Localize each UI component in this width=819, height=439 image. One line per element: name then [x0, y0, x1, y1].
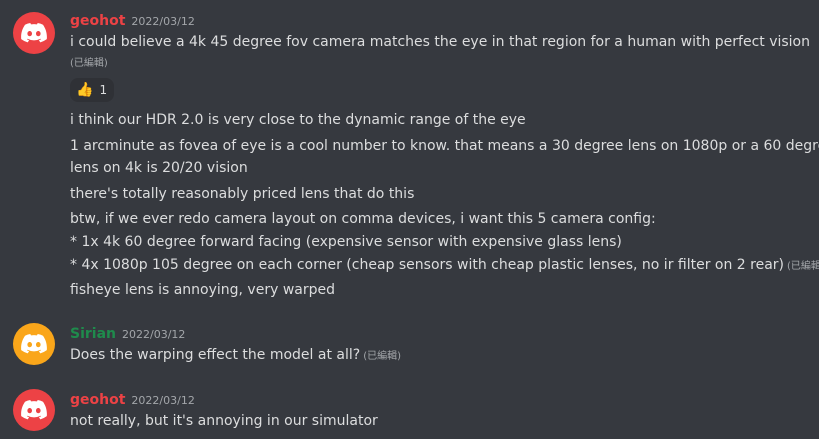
avatar[interactable] — [13, 12, 55, 54]
message-header: Sirian 2022/03/12 — [70, 325, 185, 343]
timestamp: 2022/03/12 — [131, 15, 195, 28]
discord-logo-icon — [21, 23, 47, 43]
message-text: fisheye lens is annoying, very warped — [70, 282, 335, 298]
avatar[interactable] — [13, 389, 55, 431]
message-text: i could believe a 4k 45 degree fov camer… — [70, 34, 810, 50]
message-text: * 4x 1080p 105 degree on each corner (ch… — [70, 257, 785, 273]
discord-logo-icon — [21, 334, 47, 354]
username[interactable]: geohot — [70, 13, 125, 29]
reaction-thumbs-up[interactable]: 👍 1 — [70, 78, 114, 102]
message-header: geohot 2022/03/12 — [70, 12, 195, 30]
username[interactable]: geohot — [70, 392, 125, 408]
message-text-edited: Does the warping effect the model at all… — [70, 344, 401, 368]
message-text: * 1x 4k 60 degree forward facing (expens… — [70, 234, 622, 250]
message-text: Does the warping effect the model at all… — [70, 347, 361, 363]
message-text: there's totally reasonably priced lens t… — [70, 186, 415, 202]
username[interactable]: Sirian — [70, 326, 116, 342]
message-text: not really, but it's annoying in our sim… — [70, 413, 378, 429]
message-text: 1 arcminute as fovea of eye is a cool nu… — [70, 138, 819, 154]
message-text: btw, if we ever redo camera layout on co… — [70, 211, 656, 227]
thumbs-up-icon: 👍 — [76, 82, 94, 98]
timestamp: 2022/03/12 — [122, 328, 186, 341]
edited-label: (已編輯) — [70, 58, 108, 69]
edited-label: (已編輯) — [787, 261, 819, 272]
chat-messages: geohot 2022/03/12 i could believe a 4k 45… — [0, 0, 819, 439]
message-text: i think our HDR 2.0 is very close to the… — [70, 112, 526, 128]
reaction-count: 1 — [99, 83, 108, 97]
edited-label: (已編輯) — [363, 351, 401, 362]
avatar[interactable] — [13, 323, 55, 365]
message-text-edited: * 4x 1080p 105 degree on each corner (ch… — [70, 254, 819, 278]
message-text: lens on 4k is 20/20 vision — [70, 160, 248, 176]
message-header: geohot 2022/03/12 — [70, 391, 195, 409]
discord-logo-icon — [21, 400, 47, 420]
timestamp: 2022/03/12 — [131, 394, 195, 407]
